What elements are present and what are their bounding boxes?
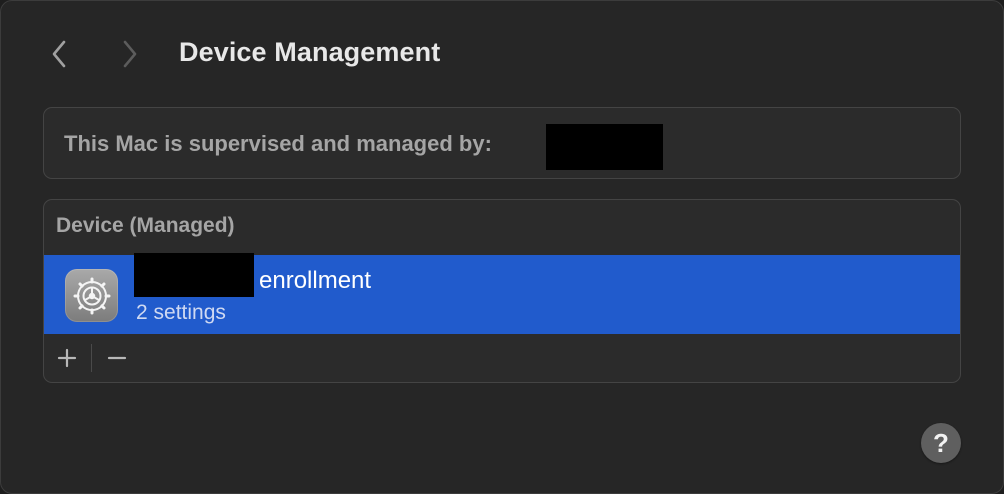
profiles-toolbar [44,334,960,382]
chevron-right-icon [123,40,137,68]
supervision-info-box: This Mac is supervised and managed by: [43,107,961,179]
back-button[interactable] [45,34,73,74]
toolbar-divider [91,344,92,372]
minus-icon [107,356,127,360]
device-profiles-panel: Device (Managed) enrollment 2 settings [43,199,961,383]
redacted-profile-prefix [134,253,254,297]
help-button[interactable]: ? [921,423,961,463]
remove-profile-button[interactable] [99,340,135,376]
profile-name: enrollment [259,267,372,294]
redacted-organization-name [546,124,663,170]
profile-settings-count: 2 settings [136,301,226,324]
gear-icon [65,269,118,322]
device-profiles-header: Device (Managed) [56,214,235,237]
device-management-window: Device Management This Mac is supervised… [0,0,1004,494]
forward-button[interactable] [116,34,144,74]
add-profile-button[interactable] [49,340,85,376]
supervision-text: This Mac is supervised and managed by: [64,131,492,156]
chevron-left-icon [52,40,66,68]
plus-icon [57,348,77,368]
profile-row[interactable]: enrollment 2 settings [44,253,960,334]
page-title: Device Management [179,37,441,67]
